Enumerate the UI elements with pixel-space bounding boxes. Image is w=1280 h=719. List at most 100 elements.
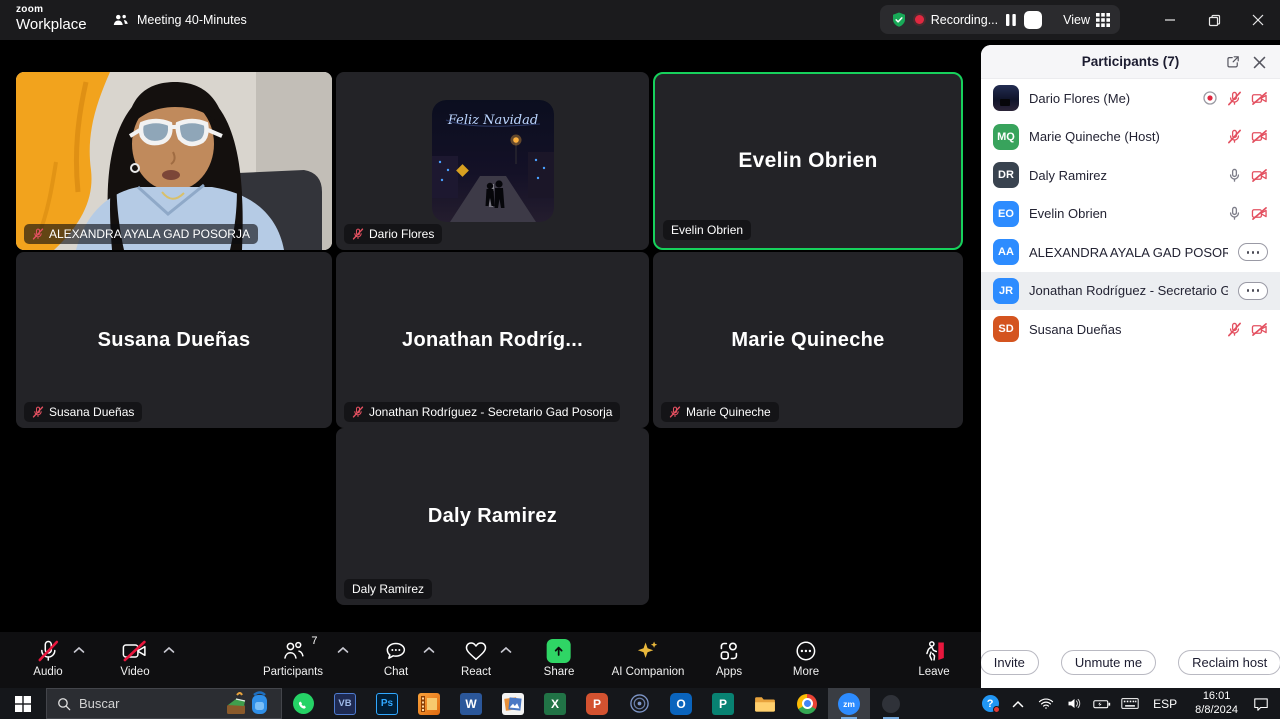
leave-button[interactable]: Leave	[918, 638, 949, 678]
video-tile-marie[interactable]: Marie Quineche Marie Quineche	[653, 252, 963, 428]
close-panel-icon[interactable]	[1250, 53, 1268, 71]
action-center-icon[interactable]	[1250, 688, 1272, 719]
wifi-icon[interactable]	[1035, 688, 1057, 719]
more-options-button[interactable]	[1238, 243, 1268, 261]
video-button[interactable]: Video	[120, 638, 149, 678]
participant-row-dario[interactable]: Dario Flores (Me)	[981, 79, 1280, 118]
avatar-initials: EO	[993, 201, 1019, 227]
chat-button[interactable]: Chat	[384, 638, 408, 678]
more-options-button[interactable]	[1238, 282, 1268, 300]
video-tile-dario[interactable]: Feliz Navidad	[336, 72, 649, 250]
recording-indicator-icon	[1202, 90, 1218, 106]
video-tile-daly[interactable]: Daly Ramirez Daly Ramirez	[336, 428, 649, 605]
video-tile-evelin[interactable]: Evelin Obrien Evelin Obrien	[653, 72, 963, 250]
avatar-initials: AA	[993, 239, 1019, 265]
camera-off-icon[interactable]	[1251, 168, 1268, 183]
taskbar-app-explorer[interactable]	[744, 688, 786, 719]
apps-button[interactable]: Apps	[716, 638, 742, 678]
battery-icon[interactable]	[1091, 688, 1113, 719]
react-options-chevron[interactable]	[500, 646, 514, 656]
video-tile-jonathan[interactable]: Jonathan Rodríg... Jonathan Rodríguez - …	[336, 252, 649, 428]
participant-row-daly[interactable]: DR Daly Ramirez	[981, 156, 1280, 195]
muted-mic-icon[interactable]	[1227, 322, 1242, 337]
taskbar-app-recorder[interactable]	[618, 688, 660, 719]
share-button[interactable]: Share	[544, 638, 575, 678]
close-window-button[interactable]	[1236, 0, 1280, 40]
participants-panel: Participants (7) Dario Flores (Me) MQ Ma…	[981, 45, 1280, 688]
pause-recording-button[interactable]	[1005, 13, 1017, 27]
nametag-alexandra: ALEXANDRA AYALA GAD POSORJA	[24, 224, 258, 244]
taskbar-app-whatsapp[interactable]	[282, 688, 324, 719]
taskbar-search[interactable]: Buscar	[46, 688, 282, 719]
audio-button[interactable]: Audio	[33, 638, 62, 678]
system-tray: ? ESP 16:01 8/8/2024	[979, 688, 1280, 719]
participants-button[interactable]: 7 Participants	[263, 638, 323, 678]
minimize-button[interactable]	[1148, 0, 1192, 40]
view-button[interactable]: View	[1063, 13, 1110, 27]
reclaim-host-button[interactable]: Reclaim host	[1178, 650, 1280, 675]
video-tile-susana[interactable]: Susana Dueñas Susana Dueñas	[16, 252, 332, 428]
taskbar-app-word[interactable]: W	[450, 688, 492, 719]
touch-keyboard-icon[interactable]	[1119, 688, 1141, 719]
chat-options-chevron[interactable]	[423, 646, 437, 656]
taskbar-app-outlook[interactable]: O	[660, 688, 702, 719]
logo-workplace-text: Workplace	[16, 17, 87, 32]
meeting-toolbar: Audio Video 7 Participants	[0, 632, 981, 688]
ai-companion-button[interactable]: AI Companion	[612, 638, 685, 678]
react-button[interactable]: React	[461, 638, 491, 678]
unmute-me-button[interactable]: Unmute me	[1061, 650, 1156, 675]
participants-panel-header: Participants (7)	[981, 45, 1280, 79]
video-tile-alexandra[interactable]: ALEXANDRA AYALA GAD POSORJA	[16, 72, 332, 250]
popout-panel-icon[interactable]	[1224, 53, 1242, 71]
clock-date: 8/8/2024	[1195, 704, 1238, 718]
participant-row-evelin[interactable]: EO Evelin Obrien	[981, 195, 1280, 234]
chat-icon	[384, 638, 408, 664]
participant-row-marie[interactable]: MQ Marie Quineche (Host)	[981, 118, 1280, 157]
taskbar-app-photos[interactable]	[492, 688, 534, 719]
taskbar-app-powerpoint[interactable]: P	[576, 688, 618, 719]
participants-count-badge: 7	[311, 635, 317, 647]
mic-on-icon[interactable]	[1227, 206, 1242, 221]
avatar-initials: MQ	[993, 124, 1019, 150]
restore-button[interactable]	[1192, 0, 1236, 40]
camera-off-icon[interactable]	[1251, 91, 1268, 106]
powerpoint-icon: P	[586, 693, 608, 715]
tab-meeting[interactable]: Meeting 40-Minutes	[112, 8, 247, 32]
muted-mic-icon[interactable]	[1227, 91, 1242, 106]
mic-on-icon[interactable]	[1227, 168, 1242, 183]
camera-off-icon[interactable]	[1251, 129, 1268, 144]
taskbar-app-zoom[interactable]: zm	[828, 688, 870, 719]
tray-help-icon[interactable]: ?	[979, 688, 1001, 719]
taskbar-app-vb[interactable]: VB	[324, 688, 366, 719]
grid-view-icon	[1096, 13, 1110, 27]
participants-options-chevron[interactable]	[337, 646, 351, 656]
taskbar-app-background[interactable]	[870, 688, 912, 719]
taskbar-app-chrome[interactable]	[786, 688, 828, 719]
video-options-chevron[interactable]	[163, 646, 177, 656]
security-shield-icon[interactable]	[890, 11, 908, 29]
invite-button[interactable]: Invite	[980, 650, 1039, 675]
taskbar-app-excel[interactable]: X	[534, 688, 576, 719]
muted-mic-icon[interactable]	[1227, 129, 1242, 144]
camera-off-icon[interactable]	[1251, 206, 1268, 221]
camera-off-icon[interactable]	[1251, 322, 1268, 337]
muted-mic-icon	[669, 406, 681, 418]
language-indicator[interactable]: ESP	[1147, 697, 1183, 711]
tray-chevron-up-icon[interactable]	[1007, 688, 1029, 719]
participant-name: Jonathan Rodríguez - Secretario Ga...	[1029, 283, 1228, 298]
participant-row-susana[interactable]: SD Susana Dueñas	[981, 310, 1280, 349]
avatar-initials: DR	[993, 162, 1019, 188]
audio-options-chevron[interactable]	[73, 646, 87, 656]
volume-icon[interactable]	[1063, 688, 1085, 719]
taskbar-app-photoshop[interactable]: Ps	[366, 688, 408, 719]
nametag-text: Jonathan Rodríguez - Secretario Gad Poso…	[369, 405, 612, 419]
taskbar-clock[interactable]: 16:01 8/8/2024	[1189, 690, 1244, 718]
start-button[interactable]	[0, 688, 46, 719]
participant-row-alexandra[interactable]: AA ALEXANDRA AYALA GAD POSORJA	[981, 233, 1280, 272]
taskbar-app-publisher[interactable]: P	[702, 688, 744, 719]
stop-recording-button[interactable]	[1024, 11, 1042, 29]
participant-row-jonathan[interactable]: JR Jonathan Rodríguez - Secretario Ga...	[981, 272, 1280, 311]
zoom-app-icon: zm	[838, 693, 860, 715]
more-button[interactable]: More	[793, 638, 819, 678]
taskbar-app-moviemaker[interactable]	[408, 688, 450, 719]
